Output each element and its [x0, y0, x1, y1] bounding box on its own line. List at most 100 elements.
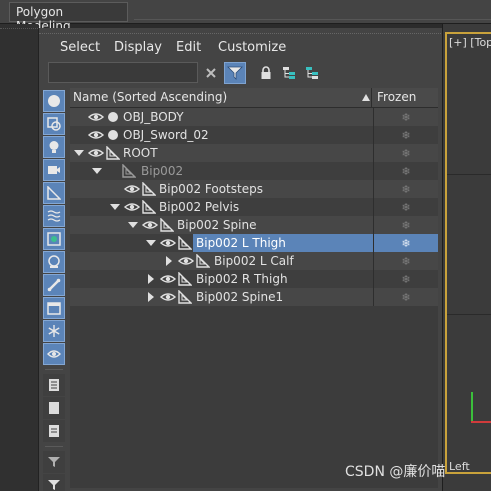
expand-arrow-right-icon[interactable]	[164, 256, 174, 266]
tree-row-label: OBJ_BODY	[123, 110, 184, 124]
helper-icon	[178, 236, 192, 250]
bone-icon[interactable]	[43, 274, 65, 296]
helper-icon	[196, 254, 210, 268]
space-warp-icon[interactable]	[43, 205, 65, 227]
menu-edit[interactable]: Edit	[176, 40, 201, 55]
tree-row[interactable]: OBJ_BODY ❄	[70, 108, 438, 126]
filter-down-icon[interactable]	[43, 474, 65, 491]
tree-row[interactable]: ROOT ❄	[70, 144, 438, 162]
frozen-toggle[interactable]: ❄	[373, 270, 438, 288]
frozen-toggle[interactable]: ❄	[373, 162, 438, 180]
light-icon[interactable]	[43, 136, 65, 158]
eye-icon[interactable]	[160, 272, 176, 286]
xref-icon[interactable]	[43, 251, 65, 273]
container-icon[interactable]	[43, 297, 65, 319]
close-icon[interactable]	[200, 62, 222, 84]
expand-arrow-down-icon[interactable]	[146, 238, 156, 248]
tree-row[interactable]: Bip002 Pelvis ❄	[70, 198, 438, 216]
blank-page-icon[interactable]	[43, 397, 65, 419]
column-header-frozen[interactable]: Frozen	[373, 88, 438, 108]
viewport-label-left[interactable]: Left	[449, 460, 470, 473]
ribbon-divider	[134, 19, 491, 20]
grid-line	[447, 174, 491, 175]
eye-icon[interactable]	[160, 290, 176, 304]
tree-row[interactable]: Bip002 Footsteps ❄	[70, 180, 438, 198]
frozen-toggle[interactable]: ❄	[373, 198, 438, 216]
filter-toggle-icon[interactable]	[43, 451, 65, 473]
hierarchy-expand-icon[interactable]	[301, 62, 323, 84]
filter-icon[interactable]	[224, 62, 246, 84]
scene-explorer-menubar: Select Display Edit Customize	[39, 38, 443, 58]
frozen-toggle[interactable]: ❄	[373, 288, 438, 306]
eye-icon[interactable]	[124, 200, 140, 214]
frozen-toggle[interactable]: ❄	[373, 252, 438, 270]
eye-icon[interactable]	[124, 182, 140, 196]
ribbon-bar: Polygon Modeling	[0, 0, 491, 33]
eye-icon[interactable]	[88, 128, 104, 142]
tree-row-selected[interactable]: Bip002 L Thigh ❄	[70, 234, 438, 252]
tree-row[interactable]: Bip002 Spine1 ❄	[70, 288, 438, 306]
expand-arrow-down-icon[interactable]	[128, 220, 138, 230]
expand-arrow-down-icon[interactable]	[74, 148, 84, 158]
panel-grip[interactable]	[39, 28, 443, 34]
eye-icon[interactable]	[88, 110, 104, 124]
expand-arrow-down-icon[interactable]	[110, 202, 120, 212]
scene-tree: Name (Sorted Ascending) Frozen OBJ_BODY …	[70, 88, 438, 488]
axis-y-gizmo	[471, 392, 473, 422]
column-header-name[interactable]: Name (Sorted Ascending)	[70, 88, 372, 108]
frozen-toggle[interactable]: ❄	[373, 234, 438, 252]
tree-row-label: Bip002 Spine1	[196, 290, 284, 304]
shapes-icon[interactable]	[43, 113, 65, 135]
helper-icon	[178, 272, 192, 286]
tree-row-label: OBJ_Sword_02	[123, 128, 209, 142]
helper-icon	[106, 146, 120, 160]
tree-row[interactable]: Bip002 Spine ❄	[70, 216, 438, 234]
frozen-toggle[interactable]: ❄	[373, 126, 438, 144]
search-input[interactable]	[48, 62, 198, 83]
menu-select[interactable]: Select	[60, 40, 100, 55]
left-dock-strip	[0, 24, 38, 491]
display-filter-toolbar	[43, 90, 65, 491]
frozen-toggle[interactable]: ❄	[373, 108, 438, 126]
helper-icon	[122, 164, 136, 178]
tree-row[interactable]: OBJ_Sword_02 ❄	[70, 126, 438, 144]
eye-icon[interactable]	[160, 236, 176, 250]
list-icon[interactable]	[43, 374, 65, 396]
tree-row-label: Bip002 L Thigh	[196, 236, 286, 250]
tree-row-label: ROOT	[123, 146, 158, 160]
viewport-top[interactable]: [+] [Top Left	[442, 24, 491, 491]
group-icon[interactable]	[43, 228, 65, 250]
eye-icon[interactable]	[43, 343, 65, 365]
tree-row[interactable]: Bip002 ❄	[70, 162, 438, 180]
sphere-icon	[108, 130, 118, 140]
dock-grip[interactable]	[0, 28, 38, 32]
tree-header: Name (Sorted Ascending) Frozen	[70, 88, 438, 108]
tree-row-label: Bip002 Pelvis	[159, 200, 240, 214]
helper-icon	[142, 200, 156, 214]
viewport-label[interactable]: [+] [Top	[449, 36, 491, 49]
helper-icon[interactable]	[43, 182, 65, 204]
ribbon-tab-polygon-modeling[interactable]: Polygon Modeling	[9, 2, 128, 33]
tree-row-label: Bip002	[141, 164, 184, 178]
expand-arrow-down-icon[interactable]	[92, 166, 102, 176]
tree-row[interactable]: Bip002 L Calf ❄	[70, 252, 438, 270]
frozen-toggle[interactable]: ❄	[373, 144, 438, 162]
hierarchy-icon[interactable]	[278, 62, 300, 84]
menu-display[interactable]: Display	[114, 40, 162, 55]
helper-icon	[142, 182, 156, 196]
expand-arrow-right-icon[interactable]	[146, 292, 156, 302]
frozen-toggle[interactable]: ❄	[373, 216, 438, 234]
camera-icon[interactable]	[43, 159, 65, 181]
frozen-toggle[interactable]: ❄	[373, 180, 438, 198]
frozen-filter-icon[interactable]	[43, 320, 65, 342]
eye-icon[interactable]	[88, 146, 104, 160]
sphere-icon[interactable]	[43, 90, 65, 112]
tree-row-label: Bip002 R Thigh	[196, 272, 288, 286]
expand-arrow-right-icon[interactable]	[146, 274, 156, 284]
eye-icon[interactable]	[178, 254, 194, 268]
document-icon[interactable]	[43, 420, 65, 442]
menu-customize[interactable]: Customize	[218, 40, 286, 55]
lock-icon[interactable]	[255, 62, 277, 84]
tree-row[interactable]: Bip002 R Thigh ❄	[70, 270, 438, 288]
eye-icon[interactable]	[142, 218, 158, 232]
